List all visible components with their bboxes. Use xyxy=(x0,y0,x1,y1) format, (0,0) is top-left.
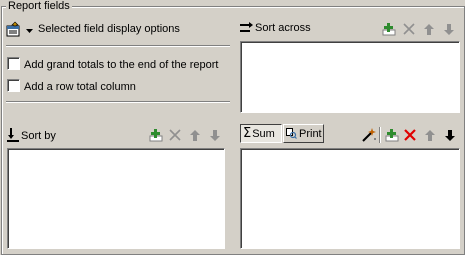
print-tab[interactable]: Print xyxy=(283,124,324,143)
print-label: Print xyxy=(299,127,322,140)
delete-icon[interactable] xyxy=(402,127,418,143)
move-down-icon[interactable] xyxy=(441,21,457,37)
delete-icon[interactable] xyxy=(401,21,417,37)
row-total-label[interactable]: Add a row total column xyxy=(24,81,136,94)
grand-totals-checkbox[interactable] xyxy=(7,57,20,70)
sort-by-list[interactable] xyxy=(7,148,225,249)
sum-tab[interactable]: Σ Sum xyxy=(240,124,282,143)
move-down-icon[interactable] xyxy=(442,127,458,143)
move-up-icon[interactable] xyxy=(187,127,203,143)
grand-totals-label[interactable]: Add grand totals to the end of the repor… xyxy=(24,59,218,72)
divider xyxy=(6,45,230,47)
sum-label: Sum xyxy=(252,127,275,140)
row-total-checkbox[interactable] xyxy=(7,79,20,92)
display-options-icon[interactable] xyxy=(6,21,22,37)
move-up-icon[interactable] xyxy=(422,127,438,143)
sort-by-icon xyxy=(6,126,22,142)
print-icon xyxy=(286,128,297,139)
group-title: Report fields xyxy=(6,0,72,13)
display-options-label[interactable]: Selected field display options xyxy=(38,23,180,36)
move-up-icon[interactable] xyxy=(421,21,437,37)
delete-icon[interactable] xyxy=(167,127,183,143)
add-field-icon[interactable] xyxy=(384,127,400,143)
sum-icon: Σ xyxy=(243,126,252,141)
divider xyxy=(6,101,230,103)
add-field-icon[interactable] xyxy=(381,21,397,37)
sort-across-label: Sort across xyxy=(255,22,311,34)
sum-field-list[interactable] xyxy=(240,148,460,249)
sort-across-icon xyxy=(239,19,255,35)
display-options-dropdown-arrow-icon[interactable] xyxy=(26,25,33,37)
move-down-icon[interactable] xyxy=(207,127,223,143)
sort-across-list[interactable] xyxy=(240,41,460,113)
magic-wand-icon[interactable] xyxy=(361,127,377,143)
add-field-icon[interactable] xyxy=(148,127,164,143)
toolbar-separator xyxy=(379,127,381,143)
sort-by-label: Sort by xyxy=(21,130,56,142)
